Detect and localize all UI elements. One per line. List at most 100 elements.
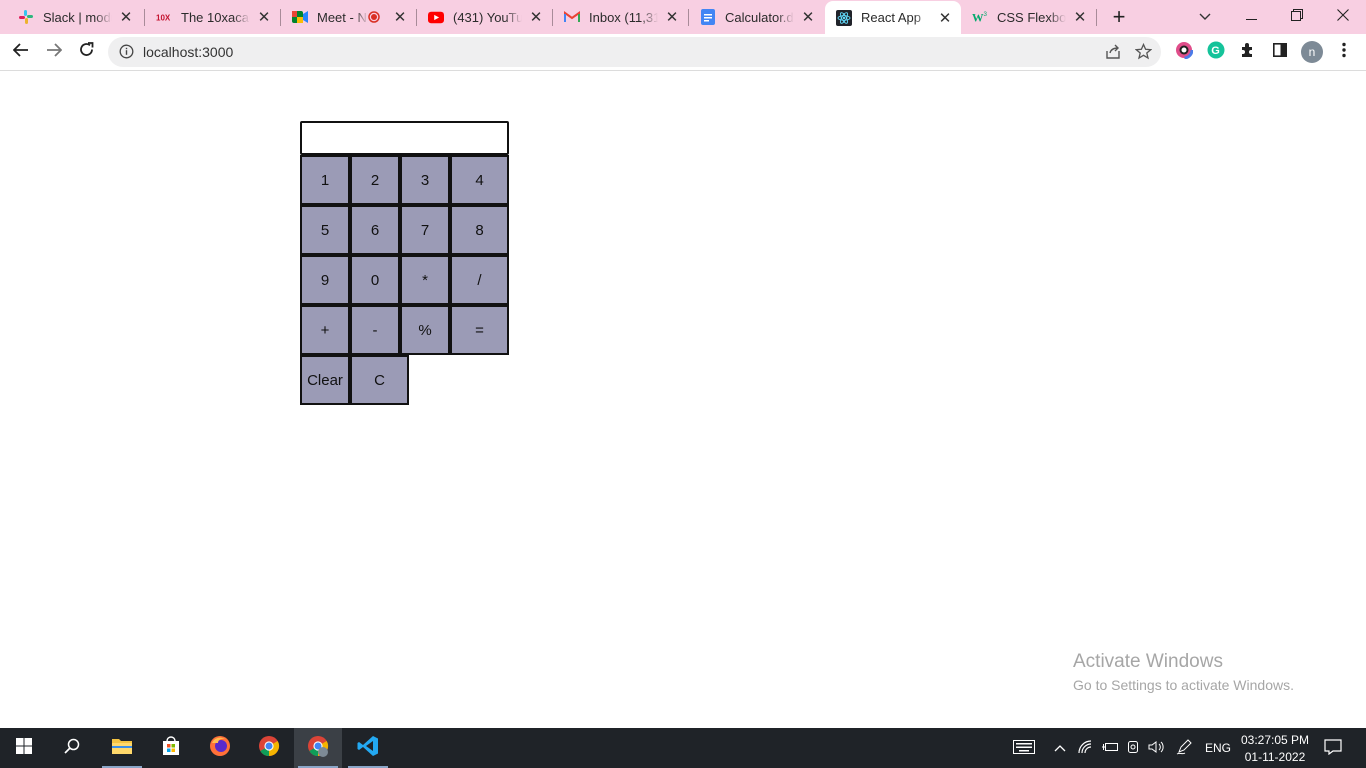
profile-button[interactable]: n <box>1298 38 1326 66</box>
backspace-button[interactable]: C <box>350 355 409 405</box>
share-icon[interactable] <box>1105 44 1121 65</box>
key-9[interactable]: 9 <box>300 255 350 305</box>
windows-taskbar: ENG 03:27:05 PM 01-11-2022 <box>0 728 1366 768</box>
speaker-icon <box>1148 740 1166 757</box>
close-icon[interactable]: ✕ <box>662 7 682 27</box>
taskbar-file-explorer[interactable] <box>98 728 146 768</box>
new-tab-button[interactable]: + <box>1104 0 1134 34</box>
extensions-button[interactable] <box>1234 38 1262 66</box>
taskbar-store[interactable] <box>147 728 195 768</box>
start-button[interactable] <box>0 728 48 768</box>
back-button[interactable] <box>7 38 35 66</box>
tab-search-button[interactable] <box>1190 0 1220 34</box>
key-multiply[interactable]: * <box>400 255 450 305</box>
tab-title: Meet - N <box>317 9 367 25</box>
key-divide[interactable]: / <box>450 255 509 305</box>
side-panel-icon <box>1273 42 1287 62</box>
key-3[interactable]: 3 <box>400 155 450 205</box>
close-icon[interactable]: ✕ <box>1070 7 1090 27</box>
tray-battery[interactable] <box>1099 728 1119 768</box>
taskbar-chrome-profile[interactable] <box>294 728 342 768</box>
side-panel-button[interactable] <box>1266 38 1294 66</box>
key-6[interactable]: 6 <box>350 205 400 255</box>
wifi-icon <box>1078 739 1094 757</box>
slack-icon <box>18 9 34 25</box>
tray-notifications[interactable] <box>1320 728 1346 768</box>
chrome-icon <box>258 735 280 762</box>
tab-title: CSS Flexbox P <box>997 9 1066 25</box>
grammarly-button[interactable]: G <box>1202 38 1230 66</box>
search-button[interactable] <box>48 728 96 768</box>
tray-pen[interactable] <box>1174 728 1196 768</box>
key-0[interactable]: 0 <box>350 255 400 305</box>
clock-time: 03:27:05 PM <box>1240 732 1310 747</box>
close-icon[interactable]: ✕ <box>390 7 410 27</box>
calculator-display[interactable] <box>300 121 509 155</box>
tray-clock[interactable]: 03:27:05 PM 01-11-2022 <box>1238 728 1312 768</box>
grammarly-icon: G <box>1207 41 1225 64</box>
tab-css-flexbox[interactable]: W3 CSS Flexbox P ✕ <box>961 0 1096 34</box>
tab-title: (431) YouTube <box>453 9 522 25</box>
docs-icon <box>700 9 716 25</box>
menu-button[interactable] <box>1330 38 1358 66</box>
url-text[interactable]: localhost:3000 <box>143 44 233 60</box>
taskbar-chrome[interactable] <box>245 728 293 768</box>
key-1[interactable]: 1 <box>300 155 350 205</box>
tray-network[interactable] <box>1076 728 1096 768</box>
tab-meet[interactable]: Meet - N ✕ <box>274 0 416 34</box>
close-icon <box>1337 8 1349 26</box>
clear-button[interactable]: Clear <box>300 355 350 405</box>
close-icon[interactable]: ✕ <box>935 8 955 28</box>
close-icon[interactable]: ✕ <box>798 7 818 27</box>
taskbar-vscode[interactable] <box>344 728 392 768</box>
tab-youtube[interactable]: (431) YouTube ✕ <box>410 0 552 34</box>
close-icon[interactable]: ✕ <box>526 7 546 27</box>
address-bar[interactable]: localhost:3000 <box>108 37 1161 67</box>
key-5[interactable]: 5 <box>300 205 350 255</box>
tab-react-app[interactable]: React App ✕ <box>825 1 961 34</box>
tray-volume[interactable] <box>1146 728 1168 768</box>
key-7[interactable]: 7 <box>400 205 450 255</box>
tab-10xacademy[interactable]: 10X The 10xacademy ✕ <box>138 0 280 34</box>
activation-watermark-subtitle: Go to Settings to activate Windows. <box>1073 677 1294 693</box>
forward-button[interactable] <box>40 38 68 66</box>
store-icon <box>161 735 181 761</box>
tab-slack[interactable]: Slack | module ✕ <box>0 0 142 34</box>
tab-title: Calculator.docx <box>725 9 794 25</box>
key-add[interactable]: + <box>300 305 350 355</box>
reload-button[interactable] <box>72 38 100 66</box>
key-percent[interactable]: % <box>400 305 450 355</box>
tray-language[interactable]: ENG <box>1202 728 1234 768</box>
notification-icon <box>1324 738 1342 758</box>
bookmark-star-icon[interactable] <box>1134 42 1153 65</box>
tray-show-hidden[interactable] <box>1050 728 1070 768</box>
close-icon[interactable]: ✕ <box>254 7 274 27</box>
search-icon <box>64 738 80 759</box>
chevron-up-icon <box>1054 741 1066 755</box>
key-subtract[interactable]: - <box>350 305 400 355</box>
recording-icon <box>368 11 380 23</box>
activation-watermark-title: Activate Windows <box>1073 651 1223 672</box>
restore-icon <box>1291 8 1303 26</box>
key-4[interactable]: 4 <box>450 155 509 205</box>
key-2[interactable]: 2 <box>350 155 400 205</box>
tray-keyboard[interactable] <box>1010 728 1038 768</box>
kebab-menu-icon <box>1342 42 1346 63</box>
close-window-button[interactable] <box>1320 0 1366 34</box>
firefox-icon <box>209 735 231 762</box>
taskbar-firefox[interactable] <box>196 728 244 768</box>
tray-meet-now[interactable] <box>1123 728 1143 768</box>
clock-date: 01-11-2022 <box>1244 749 1306 764</box>
info-icon[interactable] <box>119 44 134 64</box>
pen-icon <box>1176 738 1194 758</box>
key-8[interactable]: 8 <box>450 205 509 255</box>
battery-icon <box>1101 741 1118 756</box>
tab-gmail[interactable]: Inbox (11,317 ✕ <box>546 0 688 34</box>
tab-title: Slack | module <box>43 9 112 25</box>
color-extension-button[interactable] <box>1170 38 1198 66</box>
key-equals[interactable]: = <box>450 305 509 355</box>
close-icon[interactable]: ✕ <box>116 7 136 27</box>
minimize-button[interactable] <box>1228 0 1274 34</box>
tab-calculator-docx[interactable]: Calculator.docx ✕ <box>682 0 824 34</box>
restore-button[interactable] <box>1274 0 1320 34</box>
